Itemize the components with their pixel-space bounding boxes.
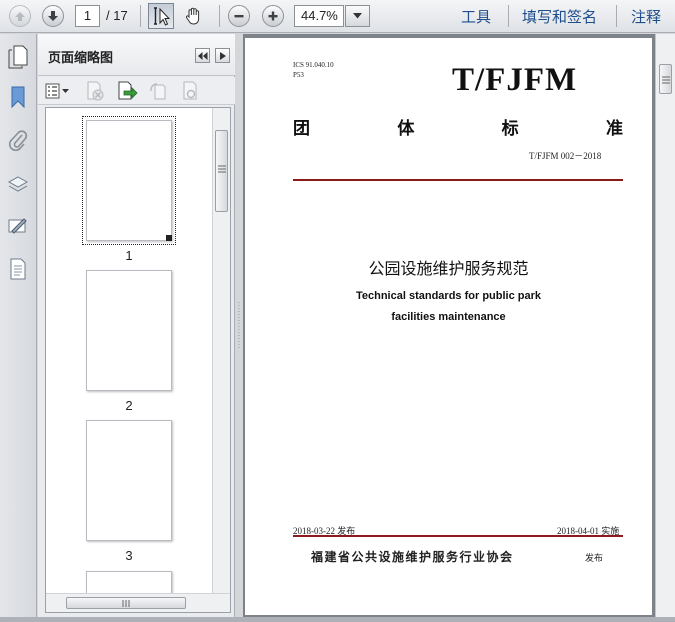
insert-pages-button[interactable] [116, 81, 138, 101]
scrollbar-thumb[interactable] [66, 597, 186, 609]
standard-type-char: 团 [293, 119, 310, 139]
standard-type-char: 准 [605, 119, 623, 139]
issuer-suffix: 发布 [585, 554, 604, 564]
standard-type-char: 标 [501, 119, 519, 139]
panel-title: 页面缩略图 [48, 51, 114, 66]
splitter-grip-icon [238, 302, 240, 350]
signatures-button[interactable] [6, 214, 30, 240]
grip-icon [218, 165, 226, 173]
document-viewport[interactable]: ICS 91.040.10 P53 T/FJFM 团 体 标 准 T/FJFM … [243, 34, 655, 617]
thumbnail-label: 2 [125, 398, 133, 413]
paperclip-icon [9, 130, 28, 151]
document-title-cn: 公园设施维护服务规范 [368, 259, 529, 278]
document-title-en-line1: Technical standards for public park [355, 290, 541, 302]
window-bottom-edge [0, 617, 675, 622]
expand-panel-button[interactable] [215, 48, 230, 63]
comment-link[interactable]: 注释 [631, 6, 661, 27]
thumbnail-list[interactable]: 1 2 3 [45, 107, 231, 613]
crop-pages-button[interactable] [179, 81, 201, 101]
toolbar-divider [140, 5, 141, 27]
navigation-pane-strip [0, 34, 37, 617]
standard-type: 团 体 标 准 [293, 114, 623, 139]
document-vertical-scrollbar[interactable] [655, 34, 675, 617]
plus-icon [262, 5, 284, 27]
pages-icon [8, 45, 28, 69]
hand-tool-button[interactable] [181, 3, 207, 29]
issuer-name: 福建省公共设施维护服务行业协会 [311, 550, 514, 564]
text-cursor-icon [154, 7, 170, 26]
thumbnail-panel-header: 页面缩略图 [38, 34, 235, 76]
insert-page-icon [118, 81, 138, 100]
ics-number: ICS 91.040.10 [293, 61, 334, 69]
zoom-out-button[interactable] [226, 4, 252, 28]
thumbnail-horizontal-scrollbar[interactable] [46, 593, 230, 612]
tools-link[interactable]: 工具 [461, 6, 491, 27]
zoom-dropdown-button[interactable] [345, 5, 370, 27]
document-page: ICS 91.040.10 P53 T/FJFM 团 体 标 准 T/FJFM … [245, 38, 652, 615]
page-settings-icon [183, 81, 197, 100]
toolbar-divider [616, 5, 617, 27]
page-thumbnails-button[interactable] [6, 44, 30, 70]
attachments-button[interactable] [6, 128, 30, 154]
next-page-button[interactable] [40, 4, 66, 28]
standard-type-char: 体 [397, 119, 415, 139]
page-total-label: / 17 [106, 8, 128, 23]
arrow-down-icon [42, 5, 64, 27]
header-rule [293, 179, 623, 181]
bookmarks-button[interactable] [6, 84, 30, 110]
signature-pen-icon [8, 218, 27, 234]
rotate-pages-button[interactable] [148, 81, 170, 101]
panel-splitter[interactable] [236, 34, 243, 617]
page-number-input[interactable]: 1 [75, 5, 100, 27]
hand-icon [185, 7, 200, 25]
thumbnail-panel: 页面缩略图 1 2 3 [38, 34, 235, 617]
thumbnail-options-button[interactable] [44, 81, 72, 101]
layers-icon [7, 176, 29, 192]
previous-page-button[interactable] [7, 4, 33, 28]
zoom-in-button[interactable] [260, 4, 286, 28]
thumbnail-label: 1 [125, 248, 133, 263]
thumbnail-vertical-scrollbar[interactable] [212, 108, 230, 594]
document-icon [10, 258, 26, 280]
toolbar-divider [219, 5, 220, 27]
standard-logo: T/FJFM [452, 62, 578, 98]
double-chevron-left-icon [197, 51, 207, 60]
zoom-level-input[interactable]: 44.7% [294, 5, 344, 27]
scrollbar-thumb[interactable] [659, 64, 672, 94]
thumbnail-page-2[interactable] [86, 270, 172, 391]
chevron-down-icon [353, 13, 362, 19]
ccs-number: P53 [293, 71, 304, 79]
delete-page-icon [87, 81, 104, 101]
grip-icon [122, 600, 130, 607]
thumbnail-page-1[interactable] [82, 116, 176, 245]
fill-and-sign-link[interactable]: 填写和签名 [522, 6, 597, 27]
scrollbar-thumb[interactable] [215, 130, 228, 212]
thumbnail-label: 3 [125, 548, 133, 563]
options-menu-icon [45, 83, 69, 99]
main-toolbar: 1 / 17 44.7% 工具 填写和签名 注释 [0, 0, 675, 33]
grip-icon [662, 76, 670, 84]
document-title-en-line2: facilities maintenance [391, 311, 506, 323]
rotate-page-icon [150, 83, 166, 100]
thumbnail-page-3[interactable] [86, 420, 172, 541]
select-tool-button[interactable] [148, 3, 174, 29]
collapse-panel-button[interactable] [195, 48, 210, 63]
thumbnail-tools [38, 77, 235, 105]
layers-button[interactable] [6, 171, 30, 197]
thumbnail-resize-handle[interactable] [166, 235, 172, 241]
ics-code: ICS 91.040.10 P53 [293, 60, 334, 80]
toolbar-divider [508, 5, 509, 27]
delete-pages-button[interactable] [84, 81, 106, 101]
chevron-right-icon [219, 51, 226, 60]
bookmark-icon [11, 86, 25, 109]
footer-rule [293, 535, 623, 537]
standard-code: T/FJFM 002－2018 [529, 151, 602, 161]
arrow-up-icon [9, 5, 31, 27]
content-button[interactable] [6, 256, 30, 282]
minus-icon [228, 5, 250, 27]
